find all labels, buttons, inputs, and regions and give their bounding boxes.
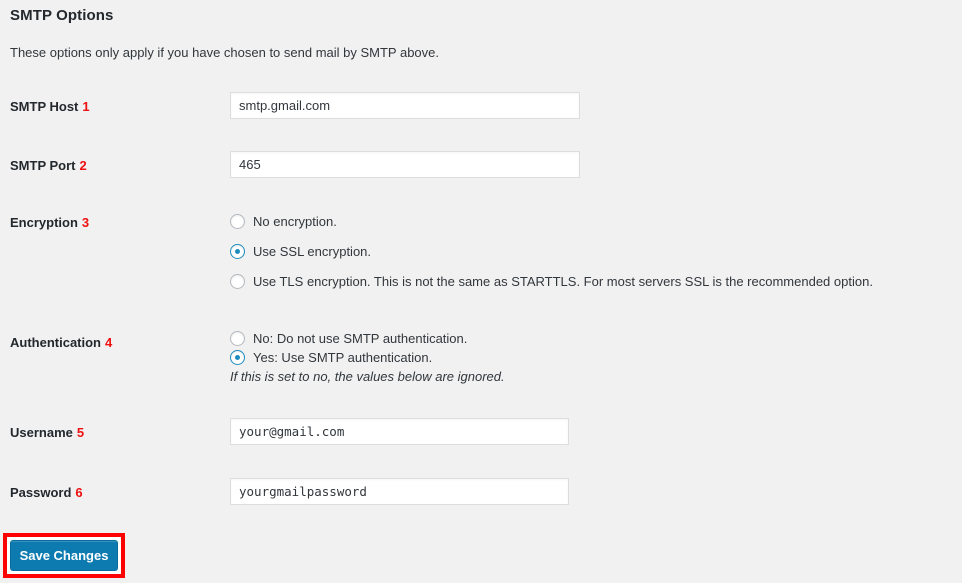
smtp-host-input[interactable] [230, 92, 580, 119]
page-title: SMTP Options [10, 7, 114, 24]
encryption-label-text: Encryption [10, 215, 78, 230]
step-number-2: 2 [79, 158, 87, 173]
authentication-note: If this is set to no, the values below a… [230, 369, 505, 384]
encryption-option-no-encryption-label: No encryption. [253, 214, 337, 229]
authentication-option-yes-label: Yes: Use SMTP authentication. [253, 350, 433, 365]
smtp-host-label-text: SMTP Host [10, 99, 79, 114]
radio-icon-tls[interactable] [230, 274, 245, 289]
username-label: Username 5 [10, 425, 84, 440]
step-number-1: 1 [82, 99, 90, 114]
encryption-option-ssl-label: Use SSL encryption. [253, 244, 372, 259]
step-number-4: 4 [105, 335, 113, 350]
username-input[interactable] [230, 418, 569, 445]
radio-icon-no-encryption[interactable] [230, 214, 245, 229]
smtp-port-label: SMTP Port 2 [10, 158, 87, 173]
row-smtp-port: SMTP Port 2 [0, 151, 962, 181]
section-description: These options only apply if you have cho… [10, 45, 440, 60]
username-label-text: Username [10, 425, 73, 440]
row-authentication: Authentication 4 No: Do not use SMTP auth… [0, 331, 962, 387]
step-number-6: 6 [75, 485, 83, 500]
password-label-text: Password [10, 485, 72, 500]
save-button-annotation-highlight: Save Changes [3, 533, 125, 578]
radio-icon-ssl-selected[interactable] [230, 244, 245, 259]
radio-icon-auth-yes-selected[interactable] [230, 350, 245, 365]
encryption-option-ssl[interactable]: Use SSL encryption. [230, 244, 371, 259]
password-input[interactable] [230, 478, 569, 505]
row-encryption: Encryption 3 No encryption. Use SSL encry… [0, 214, 962, 294]
smtp-options-page: SMTP Options These options only apply if… [0, 0, 962, 583]
row-username: Username 5 [0, 418, 962, 448]
authentication-option-yes[interactable]: Yes: Use SMTP authentication. [230, 350, 432, 365]
save-changes-button[interactable]: Save Changes [10, 540, 118, 571]
password-label: Password 6 [10, 485, 83, 500]
smtp-port-label-text: SMTP Port [10, 158, 76, 173]
authentication-option-no[interactable]: No: Do not use SMTP authentication. [230, 331, 467, 346]
authentication-option-no-label: No: Do not use SMTP authentication. [253, 331, 468, 346]
encryption-label: Encryption 3 [10, 215, 89, 230]
smtp-port-input[interactable] [230, 151, 580, 178]
row-smtp-host: SMTP Host 1 [0, 92, 962, 122]
step-number-3: 3 [81, 215, 90, 230]
step-number-5: 5 [76, 425, 85, 440]
smtp-host-label: SMTP Host 1 [10, 99, 90, 114]
row-password: Password 6 [0, 478, 962, 508]
radio-icon-auth-no[interactable] [230, 331, 245, 346]
encryption-option-tls-label: Use TLS encryption. This is not the same… [253, 274, 873, 289]
authentication-label-text: Authentication [10, 335, 101, 350]
authentication-label: Authentication 4 [10, 335, 112, 350]
encryption-option-no-encryption[interactable]: No encryption. [230, 214, 337, 229]
encryption-option-tls[interactable]: Use TLS encryption. This is not the same… [230, 274, 873, 289]
